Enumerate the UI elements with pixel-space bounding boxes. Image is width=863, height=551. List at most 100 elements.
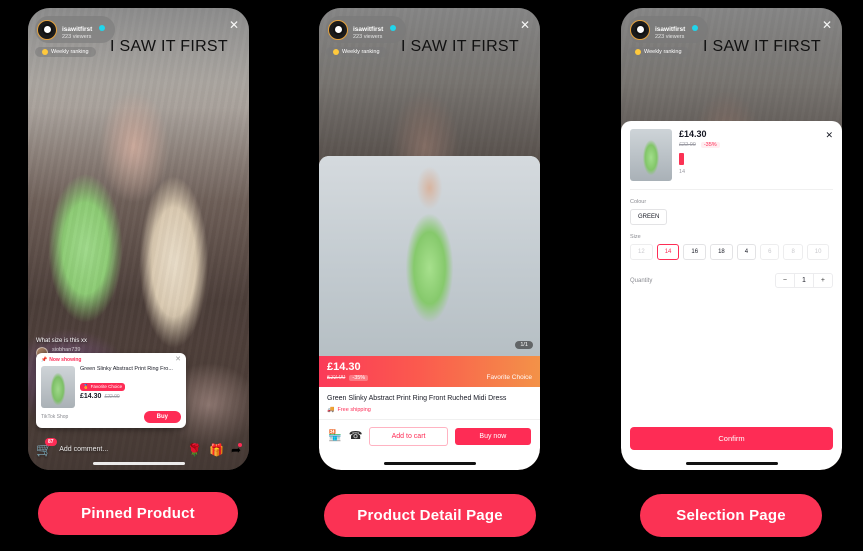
colour-options: GREEN [630,209,833,225]
price-block: £14.30 £22.00 -35% [327,361,369,381]
host-pill[interactable]: isawitfirst 223 viewers [35,16,115,44]
close-icon[interactable]: ✕ [228,19,240,32]
size-chip-18[interactable]: 18 [710,244,733,260]
product-name: Green Slinky Abstract Print Ring Fro... [80,366,173,372]
verified-badge-icon [98,25,105,31]
price-banner: £14.30 £22.00 -35% Favorite Choice [319,355,540,387]
pinned-product-card[interactable]: 📌 Now showing ✕ Green Slinky Abstract Pr… [36,353,186,428]
share-icon[interactable]: ➦ [231,442,242,456]
quantity-increase-button[interactable]: + [814,274,832,287]
product-action-bar: 🏪 ☎ Add to cart Buy now [319,419,540,452]
host-name: isawitfirst [655,26,686,33]
add-to-cart-button[interactable]: Add to cart [369,427,448,446]
quantity-stepper[interactable]: − 1 + [774,273,833,288]
pinned-card-footer: TikTok Shop Buy [41,411,181,423]
shop-label: TikTok Shop [41,414,69,420]
home-indicator [92,462,185,465]
viewer-count: 223 viewers [62,34,92,41]
host-avatar [328,19,348,40]
discount-badge: -35% [700,142,720,148]
host-pill[interactable]: isawitfirst 223 viewers [326,16,406,44]
selected-size-label: 14 [679,169,686,175]
host-avatar [630,19,650,40]
cart-count-badge: 87 [45,438,57,446]
colour-chip-green[interactable]: GREEN [630,209,668,225]
favorite-icon: 🏅 [83,383,89,389]
brand-title-3: I SAW IT FIRST [703,38,821,55]
selection-header: £14.30 £22.00 -35% 14 ✕ [630,129,833,190]
pinned-card-info: Green Slinky Abstract Print Ring Fro... … [80,366,181,408]
caption-pinned-product: Pinned Product [38,492,238,535]
screenshot-board: isawitfirst 223 viewers ✕ Weekly ranking… [0,0,863,551]
selection-info: £14.30 £22.00 -35% 14 [679,129,833,181]
discount-badge: -35% [349,374,369,381]
colour-section-label: Colour [630,199,647,205]
close-icon[interactable]: ✕ [825,131,833,140]
verified-badge-icon [691,25,698,31]
store-icon[interactable]: 🏪 [328,431,342,442]
host-avatar [37,19,57,40]
close-icon[interactable]: ✕ [519,19,531,32]
product-detail-sheet: 1/1 £14.30 £22.00 -35% Favorite Choice G… [319,155,540,470]
viewer-count: 223 viewers [353,34,383,41]
close-icon[interactable]: ✕ [821,19,833,32]
cart-button[interactable]: 🛒 87 [36,438,57,456]
brand-title-1: I SAW IT FIRST [110,38,228,55]
host-name: isawitfirst [353,26,384,33]
size-options: 12 14 16 18 4 6 8 10 [630,244,833,260]
pinned-card-body: Green Slinky Abstract Print Ring Fro... … [41,366,181,408]
product-title: Green Slinky Abstract Print Ring Front R… [327,394,507,402]
product-price: £14.30 [679,129,707,139]
selection-sheet: £14.30 £22.00 -35% 14 ✕ Colour GREEN Siz… [621,121,842,470]
favorite-choice-badge: 🏅 Favorite Choice [80,382,126,391]
confirm-button[interactable]: Confirm [630,427,833,450]
weekly-ranking-label: Weekly ranking [342,49,380,56]
product-price: £14.30 [80,392,102,400]
customer-support-icon[interactable]: ☎ [349,431,363,442]
weekly-ranking-badge[interactable]: Weekly ranking [628,47,689,58]
home-indicator [383,462,476,465]
product-gallery[interactable]: 1/1 [319,155,540,356]
share-notification-dot [238,442,242,447]
pinned-card-header: 📌 Now showing ✕ [41,356,181,363]
free-shipping-label: Free shipping [337,406,371,413]
product-thumbnail[interactable] [630,129,672,181]
size-chip-10[interactable]: 10 [806,244,830,260]
buy-now-button[interactable]: Buy now [454,428,531,445]
panel-product-detail: isawitfirst 223 viewers ✕ Weekly ranking… [319,8,540,470]
shipping-truck-icon: 🚚 [327,407,335,413]
home-indicator [685,462,778,465]
pinned-card-close-icon[interactable]: ✕ [175,356,181,363]
chat-message: What size is this xx [36,338,88,344]
weekly-ranking-badge[interactable]: Weekly ranking [326,47,387,58]
quantity-row: Quantity − 1 + [630,273,833,288]
gift-icon[interactable]: 🎁 [209,444,224,456]
phone-frame-3: isawitfirst 223 viewers ✕ Weekly ranking… [621,8,842,470]
quantity-value[interactable]: 1 [794,274,814,287]
size-chip-8[interactable]: 8 [783,244,803,260]
pin-icon: 📌 [41,357,48,363]
product-original-price: £22.00 [327,374,346,381]
weekly-ranking-badge[interactable]: Weekly ranking [35,47,96,58]
pinned-card-prices: £14.30 £22.00 [80,393,181,400]
verified-badge-icon [389,25,396,31]
size-chip-4[interactable]: 4 [736,244,757,260]
product-original-price: £22.00 [104,393,120,400]
size-chip-6[interactable]: 6 [760,244,780,260]
now-showing-label: 📌 Now showing [41,357,81,363]
size-chip-16[interactable]: 16 [683,244,707,260]
quantity-decrease-button[interactable]: − [776,274,794,287]
size-chip-12[interactable]: 12 [630,244,653,260]
size-chip-14[interactable]: 14 [656,244,680,260]
medal-icon [635,49,641,56]
product-thumbnail[interactable] [41,366,75,408]
comment-input[interactable]: Add comment... [59,446,180,453]
buy-button[interactable]: Buy [143,411,181,423]
sheet-bottom-pad [319,452,540,470]
host-pill[interactable]: isawitfirst 223 viewers [628,16,708,44]
price-sub-row: £22.00 -35% [327,374,369,381]
product-original-price: £22.00 [679,142,696,148]
medal-icon [42,49,48,56]
rose-gift-icon[interactable]: 🌹 [187,444,202,456]
favorite-choice-label: Favorite Choice [486,373,532,381]
